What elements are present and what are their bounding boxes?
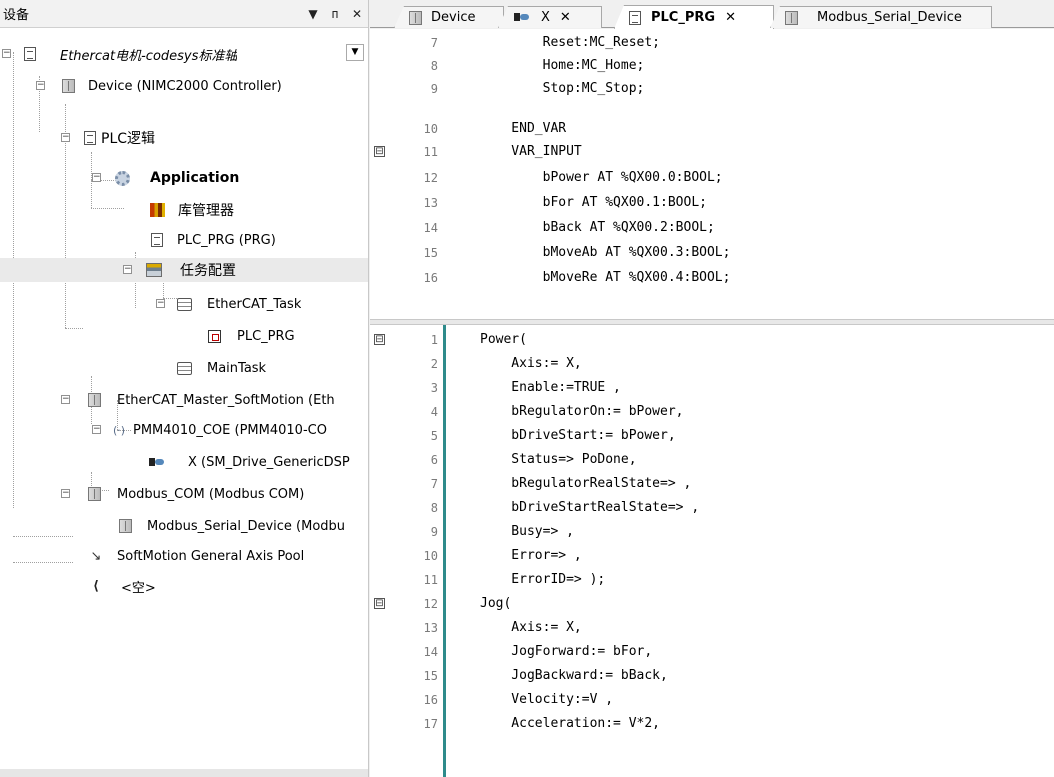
code-line[interactable]: ⊟ 12 Jog( [370,592,1054,615]
tree-item-plc-prg[interactable]: PLC_PRG (PRG) [0,228,368,252]
code-line[interactable]: 15 bMoveAb AT %QX00.3:BOOL; [370,241,1054,264]
declaration-editor[interactable]: 7 Reset:MC_Reset; 8 Home:MC_Home; 9 Stop… [370,29,1054,319]
device-icon [60,78,76,94]
network-device-icon: (·) [112,423,126,437]
pin-icon[interactable]: ᴨ [324,7,346,21]
code-line[interactable]: 7 Reset:MC_Reset; [370,31,1054,54]
code-line[interactable]: ⊟ 11 VAR_INPUT [370,140,1054,163]
device-tree: − Ethercat电机-codesys标准轴 ▼ − Device (NIMC… [0,28,368,768]
tab-device[interactable]: Device [394,6,504,28]
code-line[interactable]: 6 Status=> PoDone, [370,448,1054,471]
devices-panel: 设备 ▼ ᴨ ✕ − Ethercat电机-codesys标准轴 ▼ − Dev… [0,0,369,777]
code-line[interactable]: 4 bRegulatorOn:= bPower, [370,400,1054,423]
tree-item-modbus-com[interactable]: − Modbus_COM (Modbus COM) [0,482,368,506]
tree-item-task-config[interactable]: − 任务配置 [0,258,368,282]
close-icon[interactable]: ✕ [346,7,368,21]
tree-item-empty[interactable]: ⟨ <空> [0,574,368,598]
project-doc-icon [22,46,38,62]
close-tab-plc-prg-icon[interactable]: ✕ [725,10,736,25]
code-line[interactable]: 16 bMoveRe AT %QX00.4:BOOL; [370,266,1054,289]
fold-toggle-icon[interactable]: ⊟ [374,598,385,609]
project-dropdown-chevron-down-icon[interactable]: ▼ [346,44,364,61]
implementation-editor[interactable]: ⊟ 1 Power( 2 Axis:= X, 3 Enable:=TRUE , … [370,325,1054,777]
empty-slot-icon: ⟨ [93,578,99,594]
tree-item-maintask[interactable]: MainTask [0,356,368,380]
device-icon [409,10,423,25]
program-call-icon [206,328,222,344]
axis-drive-icon [513,11,533,25]
code-line[interactable]: 10 Error=> , [370,544,1054,567]
code-line[interactable]: 15 JogBackward:= bBack, [370,664,1054,687]
code-line[interactable]: 2 Axis:= X, [370,352,1054,375]
code-line[interactable]: 3 Enable:=TRUE , [370,376,1054,399]
tab-modbus-serial-device[interactable]: Modbus_Serial_Device [770,6,992,28]
tree-item-device[interactable]: − Device (NIMC2000 Controller) [0,74,368,98]
code-line[interactable]: 11 ErrorID=> ); [370,568,1054,591]
tab-plc-prg[interactable]: PLC_PRG ✕ [614,5,774,29]
code-line[interactable]: 7 bRegulatorRealState=> , [370,472,1054,495]
code-line[interactable]: 9 Busy=> , [370,520,1054,543]
code-line[interactable]: 14 JogForward:= bFor, [370,640,1054,663]
axis-drive-icon [144,454,168,470]
code-line[interactable]: 13 bFor AT %QX00.1:BOOL; [370,191,1054,214]
plc-logic-icon [82,130,98,146]
code-line[interactable]: 13 Axis:= X, [370,616,1054,639]
fold-toggle-icon[interactable]: ⊟ [374,146,385,157]
code-line[interactable]: 17 Acceleration:= V*2, [370,712,1054,735]
device-icon [86,486,102,502]
code-line[interactable]: 9 Stop:MC_Stop; [370,77,1054,100]
tree-item-ethercat-master[interactable]: − EtherCAT_Master_SoftMotion (Eth [0,388,368,412]
horizontal-scrollbar[interactable] [0,769,368,777]
panel-menu-dropdown-icon[interactable]: ▼ [302,7,324,21]
close-tab-x-icon[interactable]: ✕ [560,10,571,25]
task-stack-icon [176,296,192,312]
device-icon [117,518,133,534]
code-line[interactable]: 8 Home:MC_Home; [370,54,1054,77]
tab-axis-x[interactable]: X ✕ [498,6,602,28]
device-icon [785,10,799,25]
tree-item-project[interactable]: − Ethercat电机-codesys标准轴 ▼ [0,42,368,66]
task-config-icon [146,262,162,278]
tree-item-library-manager[interactable]: 库管理器 [0,198,368,222]
fold-toggle-icon[interactable]: ⊟ [374,334,385,345]
code-line[interactable]: 14 bBack AT %QX00.2:BOOL; [370,216,1054,239]
tree-item-ethercat-task[interactable]: − EtherCAT_Task [0,292,368,316]
code-line[interactable]: 8 bDriveStartRealState=> , [370,496,1054,519]
tree-item-plc-prg-call[interactable]: PLC_PRG [0,324,368,348]
program-doc-icon [629,10,643,25]
code-line[interactable]: 10 END_VAR [370,117,1054,140]
code-line[interactable]: 16 Velocity:=V , [370,688,1054,711]
code-line[interactable]: ⊟ 1 Power( [370,328,1054,351]
application-gear-icon [114,170,130,186]
code-line[interactable]: 12 bPower AT %QX00.0:BOOL; [370,166,1054,189]
devices-panel-title: 设备 [3,8,30,23]
library-books-icon [149,202,165,218]
device-icon [86,392,102,408]
axis-pool-icon: ↘ [90,548,102,564]
tree-item-axis-x[interactable]: X (SM_Drive_GenericDSP [0,450,368,474]
tree-item-axis-pool[interactable]: ↘ SoftMotion General Axis Pool [0,544,368,568]
tree-item-modbus-serial-device[interactable]: Modbus_Serial_Device (Modbu [0,514,368,538]
program-doc-icon [149,232,165,248]
editor-tab-bar: Device X ✕ PLC_PRG ✕ Modbus_Serial_Devic… [370,0,1054,29]
devices-panel-header: 设备 ▼ ᴨ ✕ [0,0,368,28]
task-stack-icon [176,360,192,376]
code-line[interactable]: 5 bDriveStart:= bPower, [370,424,1054,447]
tree-item-application[interactable]: − Application [0,166,368,190]
tree-item-plc-logic[interactable]: − PLC逻辑 [0,126,368,150]
tree-item-pmm4010[interactable]: − (·) PMM4010_COE (PMM4010-CO [0,418,368,442]
